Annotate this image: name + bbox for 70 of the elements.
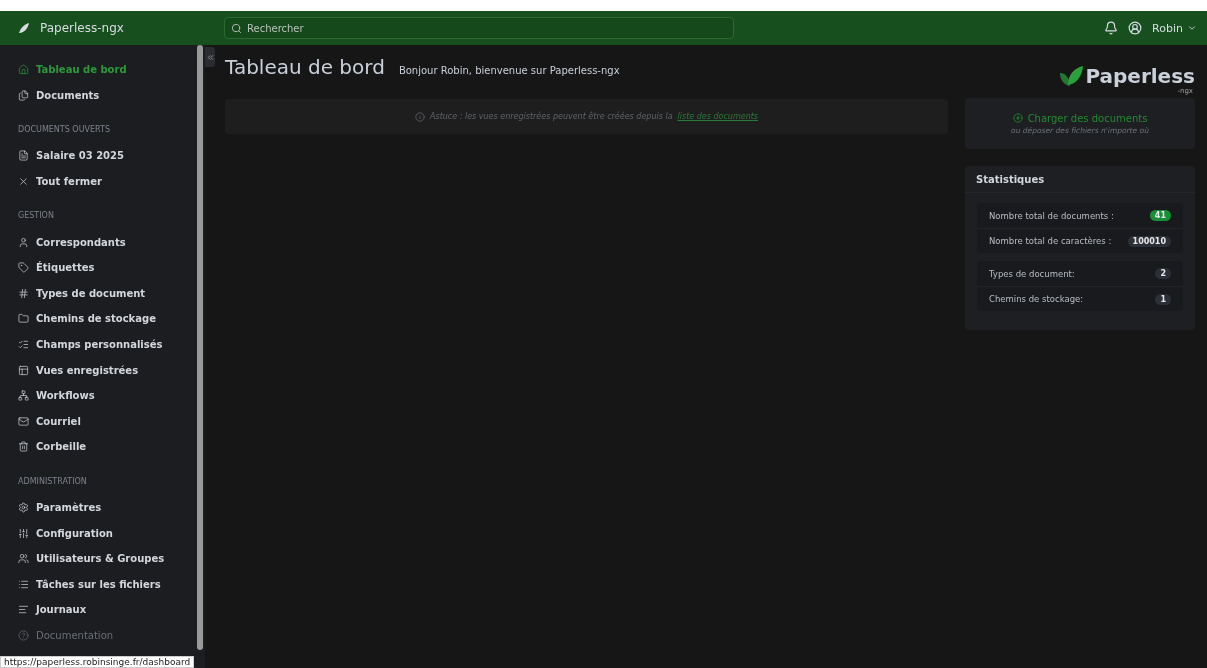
sidebar-item[interactable]: Étiquettes bbox=[18, 254, 195, 281]
sidebar-item-icon bbox=[18, 287, 29, 299]
search-icon bbox=[231, 22, 242, 34]
section-heading: DOCUMENTS OUVERTS bbox=[18, 124, 111, 137]
stat-label: Nombre total de documents : bbox=[989, 210, 1114, 221]
scrollbar-thumb[interactable] bbox=[197, 45, 203, 650]
brand-link[interactable]: Paperless-ngx bbox=[40, 21, 124, 35]
count-badge: 2 bbox=[1155, 268, 1171, 279]
tip-text: Astuce : les vues enregistrées peuvent être créées depuis la bbox=[430, 112, 673, 121]
sidebar-item-icon bbox=[18, 89, 29, 101]
sidebar-item-icon bbox=[18, 578, 29, 590]
sidebar-item[interactable]: Courriel bbox=[18, 408, 195, 435]
stat-label: Types de document: bbox=[989, 268, 1075, 279]
sidebar-item[interactable]: Utilisateurs & Groupes bbox=[18, 545, 195, 572]
leaf-logo-icon bbox=[1058, 64, 1085, 87]
sidebar-item-icon bbox=[18, 339, 29, 351]
leaf-icon bbox=[18, 22, 30, 34]
user-menu[interactable]: Robin bbox=[1152, 21, 1183, 35]
sidebar-item-icon bbox=[18, 390, 29, 402]
sidebar-item[interactable]: Vues enregistrées bbox=[18, 357, 195, 383]
sidebar-item-icon bbox=[18, 64, 29, 76]
sidebar-item[interactable]: Documents bbox=[18, 82, 195, 109]
stat-label: Chemins de stockage: bbox=[989, 294, 1084, 304]
sidebar-item-icon bbox=[18, 415, 29, 427]
section-heading: GESTION bbox=[18, 210, 55, 223]
sidebar-item[interactable]: Corbeille bbox=[18, 434, 195, 460]
logo-wordmark: Paperless bbox=[1085, 63, 1195, 88]
upload-title: Charger des documents bbox=[1027, 112, 1148, 124]
info-icon bbox=[415, 111, 425, 122]
search-placeholder: Rechercher bbox=[247, 22, 304, 34]
sidebar-item[interactable]: Configuration bbox=[18, 520, 195, 546]
plus-icon bbox=[1012, 113, 1023, 123]
sidebar-item[interactable]: Tout fermer bbox=[18, 168, 195, 195]
count-badge: 1 bbox=[1155, 293, 1171, 305]
sidebar-item-icon bbox=[18, 441, 29, 453]
sidebar-item-icon bbox=[18, 150, 29, 162]
sidebar-item[interactable]: Workflows bbox=[18, 382, 195, 409]
section-heading: ADMINISTRATION bbox=[18, 475, 88, 488]
sidebar-item[interactable]: Correspondants bbox=[18, 229, 195, 255]
sidebar-item-icon bbox=[18, 502, 29, 513]
stat-label: Nombre total de caractères : bbox=[989, 236, 1112, 246]
sidebar-item[interactable]: Salaire 03 2025 bbox=[18, 143, 195, 169]
sidebar-item[interactable]: Journaux bbox=[18, 597, 195, 623]
count-badge: 41 bbox=[1149, 210, 1171, 221]
sidebar-item-icon bbox=[18, 527, 29, 539]
sidebar-item[interactable]: Types de document bbox=[18, 280, 195, 307]
collapse-sidebar-button[interactable] bbox=[205, 47, 215, 67]
page-title: Tableau de bord bbox=[225, 55, 385, 79]
sidebar-item-icon bbox=[18, 313, 29, 325]
statistics-title: Statistiques bbox=[965, 166, 1195, 193]
sidebar-item[interactable]: Tâches sur les fichiers bbox=[18, 571, 195, 598]
user-avatar-icon bbox=[1128, 21, 1143, 35]
sidebar-item-icon bbox=[18, 236, 29, 248]
sidebar-item[interactable]: Paramètres bbox=[18, 494, 195, 521]
sidebar-item[interactable]: Chemins de stockage bbox=[18, 306, 195, 332]
sidebar-item-icon bbox=[18, 364, 29, 376]
count-badge: 100010 bbox=[1127, 235, 1171, 247]
caret-icon[interactable] bbox=[1187, 23, 1197, 33]
welcome-text: Bonjour Robin, bienvenue sur Paperless-ngx bbox=[398, 65, 620, 76]
sidebar-item[interactable]: Champs personnalisés bbox=[18, 331, 195, 358]
sidebar-item-icon bbox=[18, 604, 29, 616]
double-chevron-icon bbox=[205, 52, 215, 62]
sidebar-item-icon bbox=[18, 630, 29, 641]
sidebar-item[interactable]: Tableau de bord bbox=[18, 57, 195, 83]
notification-bell-icon[interactable] bbox=[1104, 21, 1119, 35]
status-url-tooltip: https://paperless.robinsinge.fr/dashboard bbox=[0, 656, 195, 668]
search-field[interactable]: Rechercher bbox=[224, 17, 734, 39]
sidebar-item-icon bbox=[18, 262, 29, 274]
sidebar-item-icon bbox=[18, 176, 29, 188]
sidebar-item-icon bbox=[18, 553, 29, 565]
